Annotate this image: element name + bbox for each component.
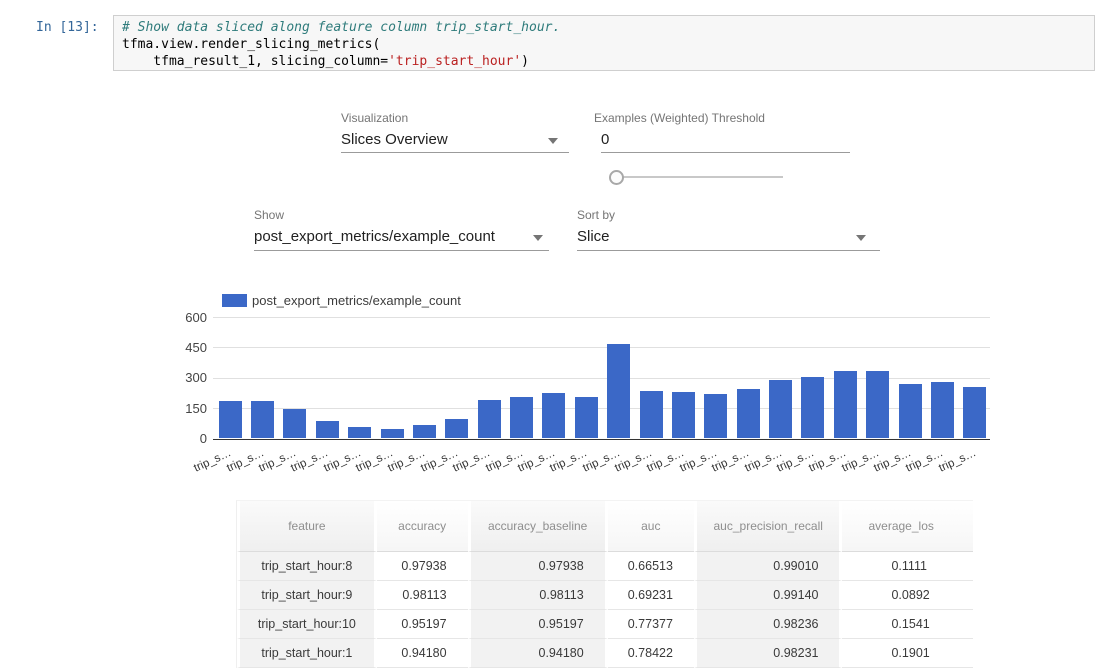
chevron-down-icon[interactable]	[548, 138, 558, 144]
threshold-underline	[601, 152, 850, 153]
bar-1[interactable]	[251, 401, 274, 439]
feature-cell: trip_start_hour:8	[237, 552, 377, 581]
bar-5[interactable]	[381, 429, 404, 438]
bar-23[interactable]	[963, 387, 986, 438]
bar-6[interactable]	[413, 425, 436, 439]
code-line3-post: )	[521, 54, 529, 69]
column-header-auc[interactable]: auc	[608, 501, 694, 552]
bar-4[interactable]	[348, 427, 371, 439]
threshold-label: Examples (Weighted) Threshold	[594, 111, 765, 125]
metric-cell: 0.1901	[842, 639, 973, 668]
bar-15[interactable]	[704, 394, 727, 439]
gridline	[213, 317, 990, 318]
bar-16[interactable]	[737, 389, 760, 439]
metric-cell: 0.97938	[377, 552, 468, 581]
sort-by-label: Sort by	[577, 208, 615, 222]
bar-9[interactable]	[510, 397, 533, 438]
metric-cell: 0.1541	[842, 610, 973, 639]
metric-cell: 0.98236	[694, 610, 843, 639]
metrics-table: featureaccuracyaccuracy_baselineaucauc_p…	[236, 500, 973, 668]
cell-execution-prompt: In [13]:	[36, 20, 99, 35]
metric-cell: 0.99140	[694, 581, 843, 610]
metric-cell: 0.0892	[842, 581, 973, 610]
legend-label: post_export_metrics/example_count	[252, 293, 461, 308]
y-axis-tick-label: 150	[160, 401, 207, 416]
code-editor[interactable]: # Show data sliced along feature column …	[113, 15, 1095, 71]
show-underline	[254, 250, 549, 251]
bar-17[interactable]	[769, 380, 792, 438]
bar-18[interactable]	[801, 377, 824, 438]
show-label: Show	[254, 208, 284, 222]
table-row: trip_start_hour:80.979380.979380.665130.…	[237, 552, 973, 581]
bar-19[interactable]	[834, 371, 857, 439]
visualization-dropdown[interactable]: Slices Overview	[341, 131, 448, 148]
metric-cell: 0.94180	[468, 639, 608, 668]
bar-11[interactable]	[575, 397, 598, 438]
metric-cell: 0.98113	[377, 581, 468, 610]
code-line3-pre: tfma_result_1, slicing_column=	[122, 54, 388, 69]
x-axis-baseline	[213, 439, 990, 440]
sort-by-dropdown[interactable]: Slice	[577, 228, 610, 245]
metric-cell: 0.1111	[842, 552, 973, 581]
table-header-row: featureaccuracyaccuracy_baselineaucauc_p…	[237, 501, 973, 552]
bar-8[interactable]	[478, 400, 501, 438]
sort-by-underline	[577, 250, 880, 251]
feature-cell: trip_start_hour:9	[237, 581, 377, 610]
table-row: trip_start_hour:90.981130.981130.692310.…	[237, 581, 973, 610]
code-line2: tfma.view.render_slicing_metrics(	[122, 37, 380, 52]
metric-cell: 0.97938	[468, 552, 608, 581]
bar-21[interactable]	[899, 384, 922, 439]
bar-22[interactable]	[931, 382, 954, 438]
visualization-underline	[341, 152, 569, 153]
bar-10[interactable]	[542, 393, 565, 439]
y-axis-tick-label: 0	[160, 431, 207, 446]
table-row: trip_start_hour:10.941800.941800.784220.…	[237, 639, 973, 668]
bar-2[interactable]	[283, 409, 306, 439]
bar-3[interactable]	[316, 421, 339, 439]
bar-13[interactable]	[640, 391, 663, 439]
show-dropdown[interactable]: post_export_metrics/example_count	[254, 228, 495, 245]
metric-cell: 0.66513	[608, 552, 694, 581]
metric-cell: 0.98113	[468, 581, 608, 610]
bar-20[interactable]	[866, 371, 889, 439]
code-string-literal: 'trip_start_hour'	[388, 54, 521, 69]
feature-cell: trip_start_hour:10	[237, 610, 377, 639]
metric-cell: 0.69231	[608, 581, 694, 610]
metric-cell: 0.95197	[377, 610, 468, 639]
metric-cell: 0.95197	[468, 610, 608, 639]
bar-12[interactable]	[607, 344, 630, 438]
threshold-input[interactable]: 0	[601, 131, 609, 148]
notebook-page: In [13]: # Show data sliced along featur…	[0, 0, 1111, 668]
threshold-slider-knob[interactable]	[609, 170, 624, 185]
chevron-down-icon[interactable]	[533, 235, 543, 241]
chevron-down-icon[interactable]	[856, 235, 866, 241]
metric-cell: 0.98231	[694, 639, 843, 668]
y-axis-tick-label: 600	[160, 310, 207, 325]
metric-cell: 0.99010	[694, 552, 843, 581]
column-header-accuracy[interactable]: accuracy	[377, 501, 468, 552]
column-header-auc_precision_recall[interactable]: auc_precision_recall	[694, 501, 843, 552]
table-row: trip_start_hour:100.951970.951970.773770…	[237, 610, 973, 639]
bar-0[interactable]	[219, 401, 242, 439]
legend-swatch	[222, 294, 247, 307]
column-header-feature[interactable]: feature	[237, 501, 377, 552]
y-axis-tick-label: 450	[160, 340, 207, 355]
visualization-label: Visualization	[341, 111, 408, 125]
column-header-average_los[interactable]: average_los	[842, 501, 973, 552]
gridline	[213, 347, 990, 348]
bar-7[interactable]	[445, 419, 468, 438]
feature-cell: trip_start_hour:1	[237, 639, 377, 668]
y-axis-tick-label: 300	[160, 370, 207, 385]
metric-cell: 0.94180	[377, 639, 468, 668]
column-header-accuracy_baseline[interactable]: accuracy_baseline	[468, 501, 608, 552]
metric-cell: 0.77377	[608, 610, 694, 639]
bar-14[interactable]	[672, 392, 695, 439]
metric-cell: 0.78422	[608, 639, 694, 668]
threshold-slider-track[interactable]	[622, 176, 783, 178]
code-comment: # Show data sliced along feature column …	[122, 20, 560, 35]
